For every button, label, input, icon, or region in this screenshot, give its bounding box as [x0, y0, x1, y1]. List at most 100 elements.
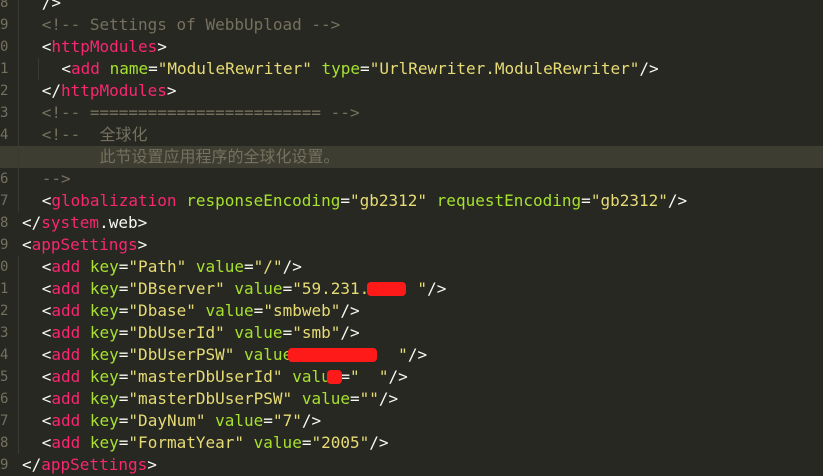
- code-line: <appSettings>: [0, 234, 823, 256]
- code-token: value: [234, 279, 283, 298]
- code-token: />: [41, 0, 61, 12]
- code-token: value: [195, 257, 245, 276]
- code-token: />: [340, 323, 360, 342]
- code-editor[interactable]: 8901234567890123456789 /><!-- Settings o…: [0, 0, 823, 476]
- code-line: <add key="DbUserPSW" value=" "/>: [0, 344, 823, 366]
- code-line: <add key="Path" value="/"/>: [0, 256, 823, 278]
- redaction-mark: [287, 348, 377, 362]
- code-token: name: [109, 59, 149, 78]
- code-token: value: [301, 389, 350, 408]
- code-token: key: [89, 411, 119, 430]
- code-token: "DayNum": [128, 411, 206, 430]
- code-token: key: [89, 367, 119, 386]
- code-token: key: [89, 345, 119, 364]
- code-token: 此节设置应用程序的全球化设置。: [41, 147, 340, 166]
- code-token: =: [118, 323, 129, 342]
- code-token: =: [118, 411, 129, 430]
- code-token: value: [215, 411, 264, 430]
- code-token: "smbweb": [263, 301, 341, 320]
- indent-guide: [37, 58, 39, 80]
- code-token: key: [89, 433, 119, 452]
- code-token: <: [41, 279, 52, 298]
- code-line: <add key="DbUserId" value="smb"/>: [0, 322, 823, 344]
- indent-guide: [18, 36, 19, 58]
- code-token: key: [89, 257, 119, 276]
- code-token: "DbUserId": [128, 323, 225, 342]
- code-token: type: [321, 59, 361, 78]
- code-token: />: [340, 301, 360, 320]
- code-line: <!-- ======================== -->: [0, 102, 823, 124]
- code-token: add: [51, 301, 81, 320]
- indent-guide: [18, 278, 19, 300]
- code-token: " ": [350, 367, 389, 386]
- indent-guide: [18, 58, 19, 80]
- code-token: =: [581, 191, 591, 210]
- code-token: </: [41, 81, 61, 100]
- code-token: .web>: [99, 213, 148, 232]
- code-token: value: [253, 433, 302, 452]
- code-line: <globalization responseEncoding="gb2312"…: [0, 190, 823, 212]
- code-token: <: [61, 59, 72, 78]
- code-token: "2005": [311, 433, 370, 452]
- code-token: <!-- ======================== -->: [41, 103, 360, 122]
- code-token: add: [51, 411, 81, 430]
- code-token: >: [166, 81, 177, 100]
- code-token: add: [71, 59, 100, 78]
- code-token: key: [89, 301, 119, 320]
- code-token: =: [118, 257, 129, 276]
- code-line: </system.web>: [0, 212, 823, 234]
- indent-guide: [18, 0, 19, 14]
- code-line: </appSettings>: [0, 454, 823, 476]
- code-token: "ModuleRewriter": [157, 59, 312, 78]
- indent-guide: [18, 432, 19, 454]
- code-token: "/": [253, 257, 283, 276]
- indent-guide: [18, 410, 19, 432]
- indent-guide: [18, 256, 19, 278]
- code-token: appSettings: [31, 235, 138, 254]
- code-token: globalization: [51, 191, 177, 210]
- code-token: =: [360, 59, 370, 78]
- indent-guide: [18, 300, 19, 322]
- code-token: system: [41, 213, 100, 232]
- code-token: add: [51, 433, 81, 452]
- code-token: <: [41, 389, 52, 408]
- code-token: </: [22, 455, 42, 474]
- code-token: />: [667, 191, 688, 210]
- code-token: requestEncoding: [436, 191, 582, 210]
- code-token: "7": [272, 411, 302, 430]
- code-token: <: [22, 235, 32, 254]
- code-line: <add key="masterDbUserId" value=" "/>: [0, 366, 823, 388]
- code-token: value: [244, 345, 293, 364]
- code-token: >: [137, 235, 148, 254]
- code-token: />: [378, 389, 399, 408]
- code-token: =: [244, 257, 254, 276]
- code-token: =: [118, 279, 129, 298]
- code-token: =: [118, 389, 129, 408]
- code-token: "masterDbUserId": [128, 367, 283, 386]
- code-token: -->: [41, 169, 71, 188]
- indent-guide: [18, 80, 19, 102]
- code-token: add: [51, 257, 81, 276]
- code-token: "59.231.1. ": [292, 279, 428, 298]
- code-token: />: [282, 257, 302, 276]
- code-token: "UrlRewriter.ModuleRewriter": [369, 59, 640, 78]
- code-token: key: [89, 279, 119, 298]
- code-line: <add key="FormatYear" value="2005"/>: [0, 432, 823, 454]
- code-token: "Path": [128, 257, 187, 276]
- code-token: <!-- Settings of WebbUpload -->: [41, 15, 341, 34]
- code-token: "": [359, 389, 379, 408]
- indent-guide: [18, 168, 19, 190]
